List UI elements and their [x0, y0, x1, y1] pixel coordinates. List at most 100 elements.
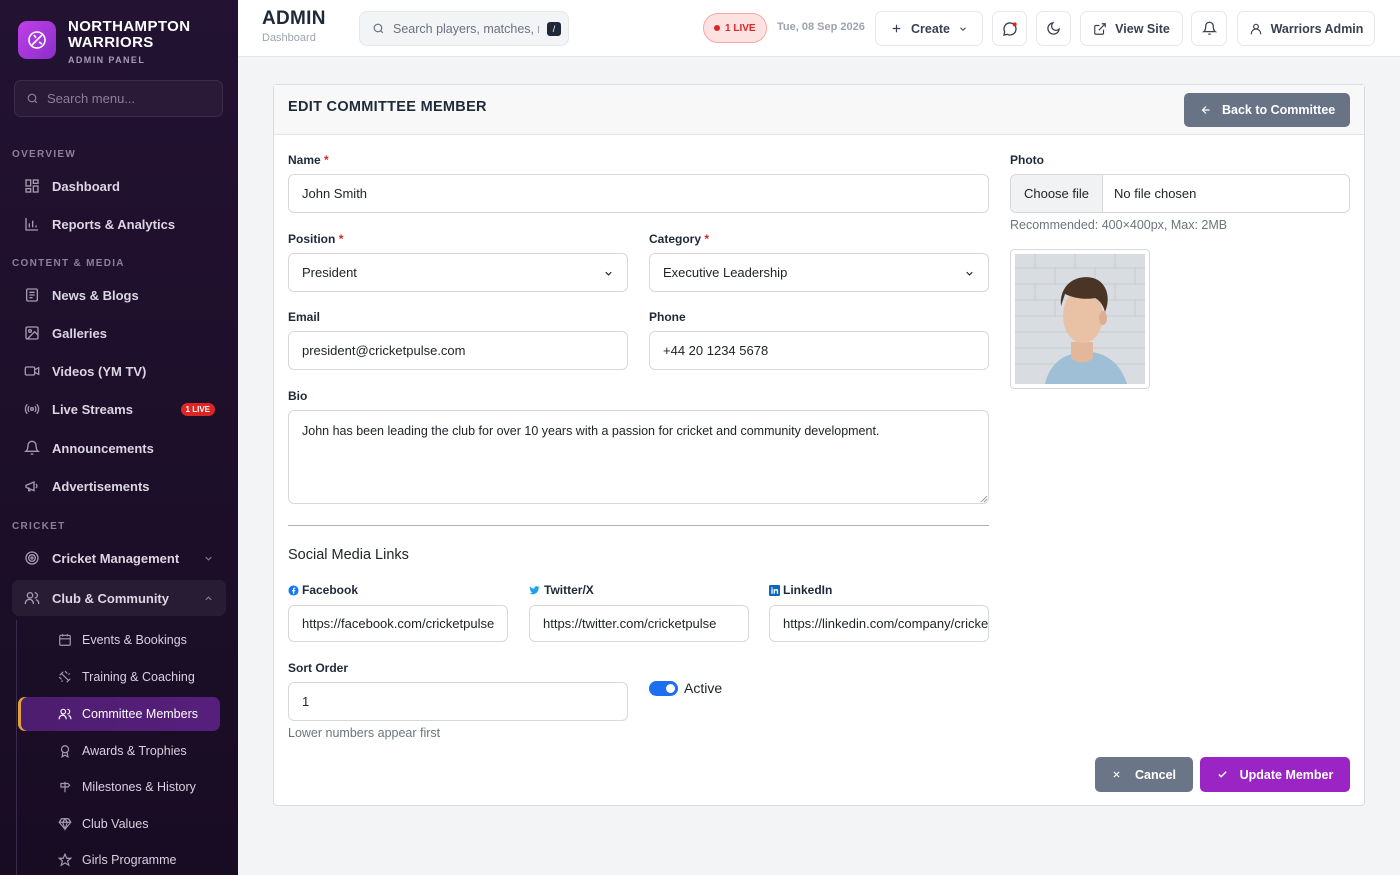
member-photo	[1015, 254, 1145, 384]
back-label: Back to Committee	[1222, 103, 1336, 117]
search-shortcut-key: /	[547, 21, 561, 36]
choose-file-button[interactable]: Choose file	[1011, 175, 1103, 212]
update-member-button[interactable]: Update Member	[1200, 757, 1350, 792]
gem-icon	[58, 817, 72, 831]
live-dot-icon	[714, 25, 720, 31]
sidebar-item-news[interactable]: News & Blogs	[12, 277, 226, 313]
breadcrumb[interactable]: Dashboard	[262, 32, 316, 44]
brand[interactable]: NORTHAMPTON WARRIORS ADMIN PANEL	[18, 19, 190, 65]
chat-icon	[1002, 21, 1017, 36]
messages-button[interactable]	[992, 11, 1027, 46]
active-label[interactable]: Active	[684, 680, 722, 696]
video-icon	[24, 366, 40, 376]
theme-toggle-button[interactable]	[1036, 11, 1071, 46]
linkedin-label: LinkedIn	[769, 583, 832, 597]
star-icon	[58, 853, 72, 867]
sidebar-subitem-label: Girls Programme	[82, 853, 177, 867]
photo-file-input[interactable]: Choose file No file chosen	[1010, 174, 1350, 213]
create-button[interactable]: Create	[875, 11, 983, 46]
active-toggle[interactable]	[649, 681, 678, 696]
bio-label: Bio	[288, 389, 308, 403]
sidebar-subitem-milestones[interactable]: Milestones & History	[18, 770, 220, 804]
external-link-icon	[1094, 22, 1106, 35]
search-icon	[373, 23, 384, 34]
sidebar-subitem-awards[interactable]: Awards & Trophies	[18, 734, 220, 768]
sidebar-subitem-events[interactable]: Events & Bookings	[18, 623, 220, 657]
email-field[interactable]: president@cricketpulse.com	[288, 331, 628, 370]
bio-textarea[interactable]: John has been leading the club for over …	[288, 410, 989, 504]
social-heading: Social Media Links	[288, 547, 409, 563]
notifications-button[interactable]	[1191, 11, 1227, 46]
update-label: Update Member	[1239, 767, 1334, 782]
phone-field[interactable]: +44 20 1234 5678	[649, 331, 989, 370]
bar-chart-icon	[25, 218, 38, 231]
facebook-icon	[288, 584, 299, 596]
sidebar-subitem-label: Events & Bookings	[82, 633, 187, 647]
brand-subtitle: ADMIN PANEL	[68, 55, 146, 65]
cancel-button[interactable]: Cancel	[1095, 757, 1193, 792]
chevron-up-icon	[205, 595, 212, 600]
sidebar-subitem-label: Training & Coaching	[82, 670, 195, 684]
sidebar-item-label: Announcements	[52, 440, 154, 456]
sidebar-subitem-label: Milestones & History	[82, 780, 196, 794]
sidebar-item-label: Dashboard	[52, 178, 120, 194]
sidebar-item-dashboard[interactable]: Dashboard	[12, 168, 226, 204]
user-menu-button[interactable]: Warriors Admin	[1237, 11, 1375, 46]
sidebar-subitem-girls[interactable]: Girls Programme	[18, 843, 220, 875]
section-cricket: CRICKET	[12, 521, 66, 532]
position-select[interactable]: President	[288, 253, 628, 292]
view-site-button[interactable]: View Site	[1080, 11, 1183, 46]
sidebar-subitem-label: Club Values	[82, 817, 149, 831]
facebook-url-field[interactable]: https://facebook.com/cricketpulse	[288, 605, 508, 642]
section-content-media: CONTENT & MEDIA	[12, 258, 125, 269]
calendar-icon	[59, 634, 71, 646]
photo-label: Photo	[1010, 153, 1044, 167]
twitter-label: Twitter/X	[529, 583, 594, 597]
check-icon	[1217, 771, 1227, 778]
name-field[interactable]: John Smith	[288, 174, 989, 213]
global-search-input[interactable]: Search players, matches, r /	[359, 11, 569, 46]
photo-help: Recommended: 400×400px, Max: 2MB	[1010, 218, 1228, 232]
sidebar-search-input[interactable]: Search menu...	[14, 80, 223, 117]
back-to-committee-button[interactable]: Back to Committee	[1184, 93, 1350, 127]
resize-handle-icon[interactable]	[980, 495, 988, 503]
dumbbell-icon	[58, 670, 71, 683]
award-icon	[60, 745, 70, 758]
file-name: No file chosen	[1114, 186, 1197, 201]
category-label: Category *	[649, 232, 710, 246]
sidebar-item-advertisements[interactable]: Advertisements	[12, 468, 226, 504]
plus-icon	[892, 24, 901, 33]
sidebar-subitem-values[interactable]: Club Values	[18, 807, 220, 841]
sidebar-item-club-community[interactable]: Club & Community	[12, 580, 226, 616]
sidebar-subitem-training[interactable]: Training & Coaching	[18, 660, 220, 694]
bell-icon	[24, 440, 40, 455]
category-value: Executive Leadership	[663, 265, 788, 280]
page-title: ADMIN	[262, 8, 326, 29]
sidebar-subitem-committee[interactable]: Committee Members	[18, 697, 220, 731]
sidebar-subitem-label: Awards & Trophies	[82, 744, 187, 758]
arrow-left-icon	[1201, 106, 1210, 114]
email-label: Email	[288, 310, 321, 324]
linkedin-url-field[interactable]: https://linkedin.com/company/cricketpuls…	[769, 605, 989, 642]
sidebar-item-videos[interactable]: Videos (YM TV)	[12, 353, 226, 389]
live-badge: 1 LIVE	[180, 402, 215, 416]
category-select[interactable]: Executive Leadership	[649, 253, 989, 292]
sidebar-item-announcements[interactable]: Announcements	[12, 430, 226, 466]
sidebar-item-live-streams[interactable]: Live Streams 1 LIVE	[12, 391, 226, 427]
topbar: ADMIN Dashboard Search players, matches,…	[238, 0, 1400, 57]
chevron-down-icon	[960, 26, 966, 31]
users-icon	[24, 592, 40, 604]
sort-order-field[interactable]: 1	[288, 682, 628, 721]
photo-preview	[1010, 249, 1150, 389]
sidebar-item-galleries[interactable]: Galleries	[12, 315, 226, 351]
sidebar-item-cricket-management[interactable]: Cricket Management	[12, 540, 226, 576]
card-title: EDIT COMMITTEE MEMBER	[288, 99, 487, 115]
twitter-url-field[interactable]: https://twitter.com/cricketpulse	[529, 605, 749, 642]
close-icon	[1113, 771, 1120, 778]
name-label: Name *	[288, 153, 329, 167]
sidebar-item-reports[interactable]: Reports & Analytics	[12, 206, 226, 242]
sidebar-item-label: Reports & Analytics	[52, 216, 176, 232]
sidebar-item-label: News & Blogs	[52, 287, 139, 303]
live-indicator[interactable]: 1 LIVE	[703, 13, 767, 43]
sort-order-label: Sort Order	[288, 661, 349, 675]
